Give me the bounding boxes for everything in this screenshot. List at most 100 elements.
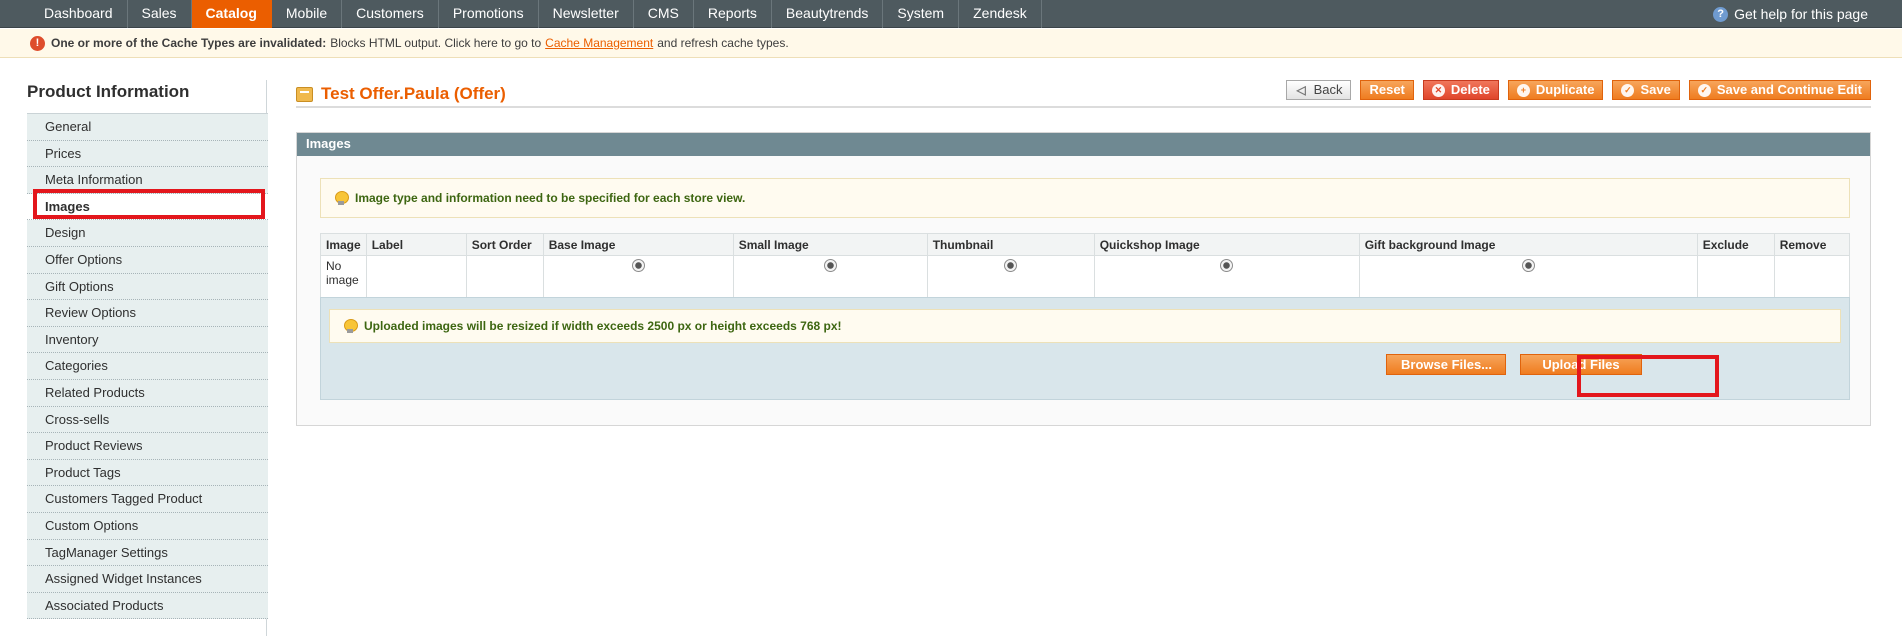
notice-text: Blocks HTML output. Click here to go to — [330, 36, 542, 50]
notice-suffix: and refresh cache types. — [657, 36, 789, 50]
tab-design[interactable]: Design — [27, 220, 268, 247]
header-divider — [296, 106, 1871, 109]
browse-files-button[interactable]: Browse Files... — [1386, 354, 1506, 375]
resize-notice-text: Uploaded images will be resized if width… — [364, 319, 842, 333]
gift-background-cell — [1358, 255, 1698, 300]
upload-area: Uploaded images will be resized if width… — [320, 297, 1850, 400]
page-title-text: Test Offer.Paula (Offer) — [321, 84, 506, 103]
thumbnail-cell — [926, 255, 1095, 300]
nav-reports[interactable]: Reports — [694, 0, 772, 28]
tab-offer-options[interactable]: Offer Options — [27, 246, 268, 274]
cache-notice: ! One or more of the Cache Types are inv… — [0, 29, 1902, 58]
page-title: Test Offer.Paula (Offer) — [296, 84, 506, 104]
tab-customers-tagged-product[interactable]: Customers Tagged Product — [27, 486, 268, 513]
nav-dashboard[interactable]: Dashboard — [30, 0, 128, 28]
check-icon: ✓ — [1621, 83, 1635, 97]
nav-mobile[interactable]: Mobile — [272, 0, 343, 28]
images-section: Images Image type and information need t… — [296, 132, 1871, 426]
duplicate-label: Duplicate — [1535, 82, 1595, 97]
remove-cell — [1773, 255, 1851, 300]
nav-promotions[interactable]: Promotions — [439, 0, 539, 28]
help-link[interactable]: ? Get help for this page — [1713, 0, 1868, 28]
nav-beautytrends[interactable]: Beautytrends — [772, 0, 884, 28]
images-section-title: Images — [297, 133, 1870, 156]
delete-icon: ✕ — [1431, 83, 1445, 97]
table-header-row: Image Label Sort Order Base Image Small … — [320, 233, 1851, 256]
lightbulb-icon — [344, 319, 358, 333]
col-small-image: Small Image — [732, 233, 928, 256]
tab-prices[interactable]: Prices — [27, 140, 268, 168]
error-icon: ! — [30, 35, 45, 51]
tab-meta-information[interactable]: Meta Information — [27, 167, 268, 194]
nav-cms[interactable]: CMS — [634, 0, 694, 28]
label-cell — [365, 255, 467, 300]
cache-management-link[interactable]: Cache Management — [545, 29, 653, 57]
reset-button[interactable]: Reset — [1360, 80, 1414, 100]
duplicate-button[interactable]: + Duplicate — [1507, 80, 1604, 100]
nav-newsletter[interactable]: Newsletter — [539, 0, 634, 28]
save-button[interactable]: ✓ Save — [1612, 80, 1680, 100]
nav-system[interactable]: System — [883, 0, 960, 28]
sidebar-title: Product Information — [27, 82, 190, 101]
notice-bold: One or more of the Cache Types are inval… — [51, 36, 327, 50]
nav-customers[interactable]: Customers — [342, 0, 439, 28]
tab-assigned-widget-instances[interactable]: Assigned Widget Instances — [27, 566, 268, 593]
tab-related-products[interactable]: Related Products — [27, 379, 268, 407]
quickshop-image-radio[interactable] — [1220, 259, 1234, 272]
tab-cross-sells[interactable]: Cross-sells — [27, 406, 268, 434]
tab-product-tags[interactable]: Product Tags — [27, 459, 268, 487]
store-view-notice: Image type and information need to be sp… — [320, 178, 1850, 218]
nav-sales[interactable]: Sales — [128, 0, 192, 28]
nav-zendesk[interactable]: Zendesk — [959, 0, 1042, 28]
store-view-notice-text: Image type and information need to be sp… — [355, 191, 746, 205]
upload-files-button[interactable]: Upload Files — [1520, 354, 1642, 375]
tab-inventory[interactable]: Inventory — [27, 326, 268, 354]
base-image-radio[interactable] — [631, 259, 645, 272]
back-button[interactable]: ◁ Back — [1285, 80, 1352, 100]
lightbulb-icon — [335, 191, 349, 205]
col-gift-background-image: Gift background Image — [1358, 233, 1698, 256]
save-continue-label: Save and Continue Edit — [1716, 82, 1862, 97]
tab-categories[interactable]: Categories — [27, 353, 268, 380]
tab-images[interactable]: Images — [27, 193, 268, 221]
col-image: Image — [320, 233, 367, 256]
col-remove: Remove — [1773, 233, 1851, 256]
gift-background-radio[interactable] — [1521, 259, 1535, 272]
no-image-cell: No image — [320, 255, 367, 300]
tab-custom-options[interactable]: Custom Options — [27, 512, 268, 540]
delete-button[interactable]: ✕ Delete — [1422, 80, 1499, 100]
sidebar-tabs: General Prices Meta Information Images D… — [27, 113, 268, 620]
plus-icon: + — [1516, 83, 1530, 97]
thumbnail-radio[interactable] — [1004, 259, 1018, 272]
images-table: Image Label Sort Order Base Image Small … — [320, 233, 1851, 300]
col-thumbnail: Thumbnail — [926, 233, 1095, 256]
small-image-radio[interactable] — [823, 259, 837, 272]
product-box-icon — [296, 86, 313, 102]
resize-notice: Uploaded images will be resized if width… — [329, 309, 1841, 343]
nav-menu: Dashboard Sales Catalog Mobile Customers… — [30, 0, 1042, 28]
col-exclude: Exclude — [1696, 233, 1775, 256]
tab-gift-options[interactable]: Gift Options — [27, 273, 268, 301]
action-buttons: ◁ Back Reset ✕ Delete + Duplicate ✓ Save… — [1285, 80, 1871, 100]
nav-catalog[interactable]: Catalog — [191, 0, 272, 28]
sort-order-cell — [465, 255, 544, 300]
col-label: Label — [365, 233, 467, 256]
quickshop-image-cell — [1093, 255, 1360, 300]
base-image-cell — [542, 255, 734, 300]
delete-label: Delete — [1450, 82, 1490, 97]
reset-label: Reset — [1369, 82, 1405, 97]
col-base-image: Base Image — [542, 233, 734, 256]
back-label: Back — [1313, 82, 1343, 97]
tab-review-options[interactable]: Review Options — [27, 300, 268, 327]
col-sort-order: Sort Order — [465, 233, 544, 256]
tab-tagmanager-settings[interactable]: TagManager Settings — [27, 539, 268, 567]
save-continue-button[interactable]: ✓ Save and Continue Edit — [1688, 80, 1871, 100]
tab-associated-products[interactable]: Associated Products — [27, 592, 268, 620]
tab-product-reviews[interactable]: Product Reviews — [27, 433, 268, 460]
check-icon: ✓ — [1697, 83, 1711, 97]
exclude-cell — [1696, 255, 1775, 300]
table-row: No image — [320, 255, 1851, 300]
tab-general[interactable]: General — [27, 114, 268, 141]
top-navigation: Dashboard Sales Catalog Mobile Customers… — [0, 0, 1902, 28]
help-label: Get help for this page — [1734, 6, 1868, 22]
